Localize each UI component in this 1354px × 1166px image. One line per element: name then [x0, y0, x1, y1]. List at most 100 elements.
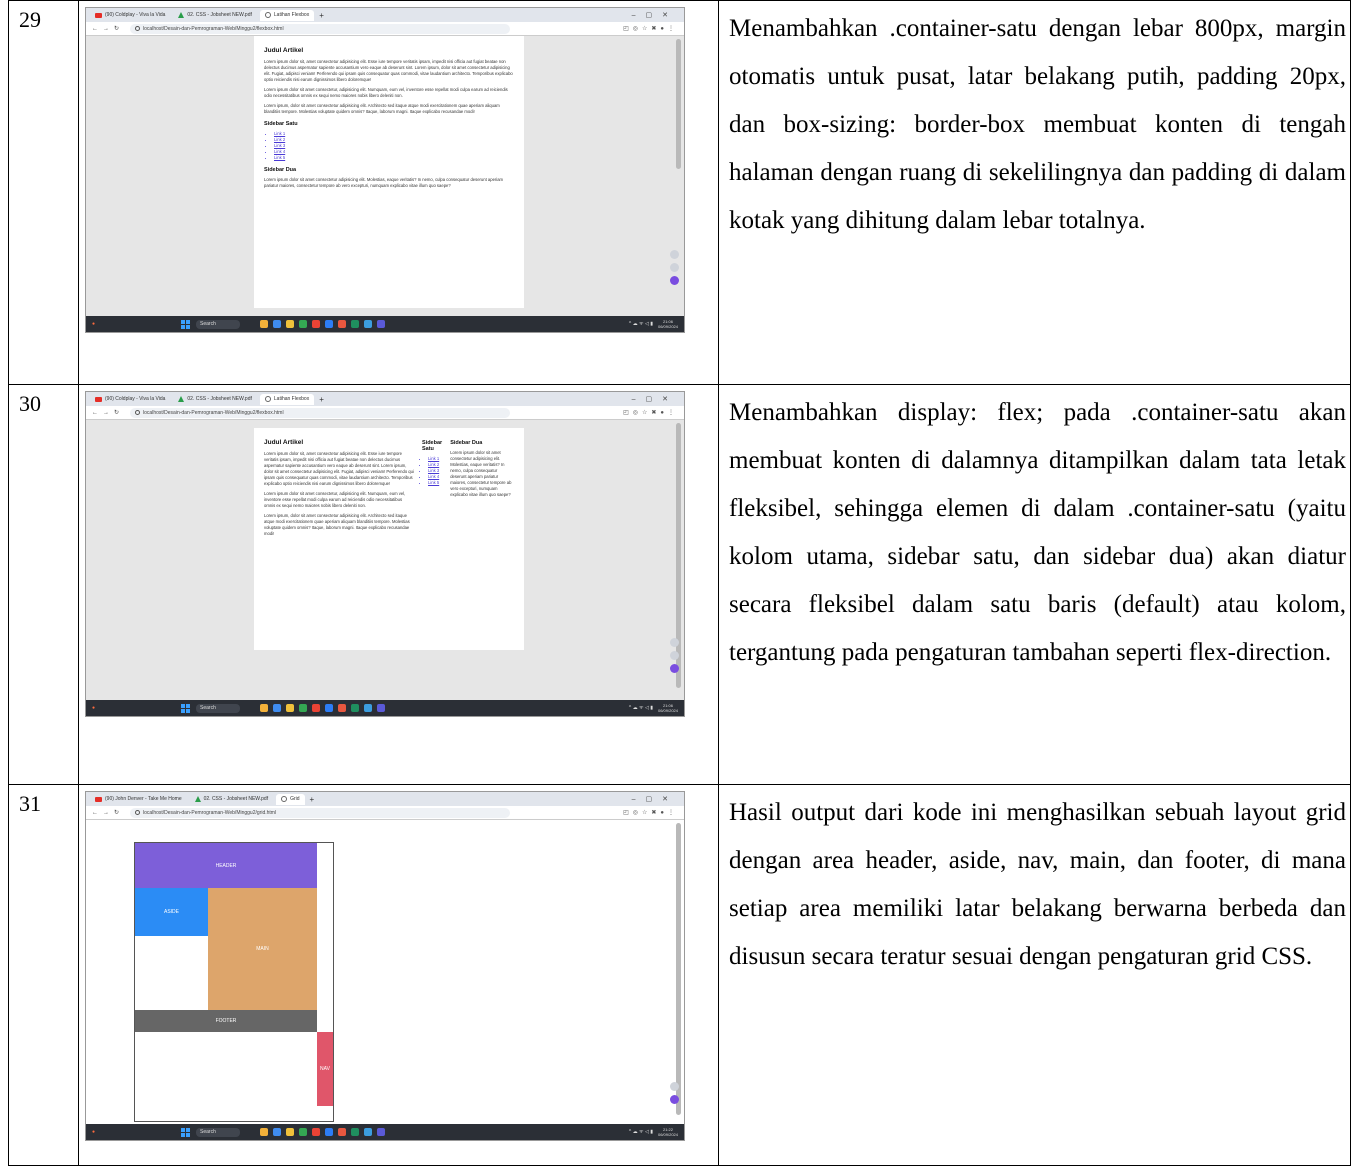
weather-icon[interactable]: ● — [92, 321, 95, 327]
article-paragraph: Lorem ipsum dolor sit amet consectetur, … — [264, 87, 508, 98]
app-icon[interactable] — [273, 704, 282, 712]
tray-icons[interactable]: ^ ☁ ᯤ ◁ ▮ — [629, 705, 653, 711]
url-field[interactable]: localhost/Desain-dan-Pemrograman-Web/Min… — [130, 23, 511, 34]
youtube-icon — [95, 12, 102, 18]
system-tray: ^ ☁ ᯤ ◁ ▮ 21:06 06/09/2024 — [629, 703, 678, 713]
app-icon[interactable] — [325, 1128, 334, 1136]
app-icon[interactable] — [377, 320, 386, 328]
app-icon[interactable] — [351, 1128, 360, 1136]
extensions-icon[interactable]: ◰◎☆✖●⋮ — [623, 809, 678, 816]
app-icon[interactable] — [312, 320, 321, 328]
app-icon[interactable] — [299, 1128, 308, 1136]
article-paragraph: Lorem ipsum, dolor sit amet consectetur … — [264, 513, 410, 536]
app-icon[interactable] — [377, 1128, 386, 1136]
page-viewport: Judul Artikel Lorem ipsum dolor sit, ame… — [86, 36, 684, 316]
extensions-icon[interactable]: ◰◎☆✖●⋮ — [623, 409, 678, 416]
tray-icons[interactable]: ^ ☁ ᯤ ◁ ▮ — [629, 321, 653, 327]
clock[interactable]: 21:22 06/09/2024 — [658, 1127, 678, 1137]
window-controls[interactable]: –▢✕ — [632, 395, 684, 403]
scrollbar[interactable] — [676, 39, 681, 169]
app-icon[interactable] — [351, 704, 360, 712]
assistant-icon[interactable] — [670, 1095, 679, 1104]
app-icon[interactable] — [260, 1128, 269, 1136]
zoom-icon[interactable] — [670, 250, 679, 259]
container-satu: Judul Artikel Lorem ipsum dolor sit, ame… — [254, 428, 524, 650]
clock[interactable]: 21:06 06/09/2024 — [658, 703, 678, 713]
browser-tab[interactable]: (90) John Denver - Take Me Home — [90, 794, 187, 805]
search-field[interactable]: Search — [196, 319, 241, 329]
app-icon[interactable] — [338, 704, 347, 712]
browser-window: (90) Coldplay - Viva la Vida 02. CSS - J… — [85, 7, 685, 333]
app-icon[interactable] — [260, 320, 269, 328]
app-icon[interactable] — [351, 320, 360, 328]
start-icon[interactable] — [181, 1127, 191, 1137]
start-icon[interactable] — [181, 319, 191, 329]
new-tab-icon[interactable]: + — [310, 795, 315, 804]
table-row: 31 (90) John Denver - Take Me Home 02. C… — [8, 784, 1351, 1166]
browser-tab-active[interactable]: Grid — [276, 793, 305, 805]
app-icon[interactable] — [273, 320, 282, 328]
browser-tab-active[interactable]: Latihan Flexbox — [259, 9, 315, 21]
taskbar-apps — [260, 320, 386, 328]
app-icon[interactable] — [364, 704, 373, 712]
zoom-icon[interactable] — [670, 638, 679, 647]
assistant-icon[interactable] — [670, 664, 679, 673]
app-icon[interactable] — [377, 704, 386, 712]
new-tab-icon[interactable]: + — [319, 11, 324, 20]
weather-icon[interactable]: ● — [92, 705, 95, 711]
url-field[interactable]: localhost/Desain-dan-Pemrograman-Web/Min… — [130, 407, 511, 418]
app-icon[interactable] — [325, 320, 334, 328]
clock[interactable]: 21:06 06/09/2024 — [658, 319, 678, 329]
link[interactable]: Link 5 — [274, 155, 514, 161]
window-controls[interactable]: –▢✕ — [632, 11, 684, 19]
nav-arrows-icon[interactable]: ←→↻ — [92, 25, 124, 32]
app-icon[interactable] — [299, 704, 308, 712]
browser-tab[interactable]: 02. CSS - Jobsheet NEW.pdf — [173, 10, 256, 21]
new-tab-icon[interactable]: + — [319, 395, 324, 404]
window-controls[interactable]: –▢✕ — [632, 795, 684, 803]
app-icon[interactable] — [312, 704, 321, 712]
assistant-icon[interactable] — [670, 276, 679, 285]
screenshot-cell: (90) John Denver - Take Me Home 02. CSS … — [78, 784, 719, 1166]
browser-tab[interactable]: (90) Coldplay - Viva la Vida — [90, 10, 170, 21]
app-icon[interactable] — [364, 320, 373, 328]
app-icon[interactable] — [299, 320, 308, 328]
browser-tab-active[interactable]: Latihan Flexbox — [259, 393, 315, 405]
search-field[interactable]: Search — [196, 1127, 241, 1137]
start-icon[interactable] — [181, 703, 191, 713]
app-icon[interactable] — [325, 704, 334, 712]
youtube-icon — [95, 396, 102, 402]
taskbar-apps — [260, 704, 386, 712]
grid-footer: FOOTER — [135, 1010, 317, 1032]
link[interactable]: Link 5 — [428, 480, 442, 486]
nav-arrows-icon[interactable]: ←→↻ — [92, 409, 124, 416]
url-field[interactable]: localhost/Desain-dan-Pemrograman-Web/Min… — [130, 807, 511, 818]
browser-tab[interactable]: 02. CSS - Jobsheet NEW.pdf — [190, 794, 273, 805]
extensions-icon[interactable]: ◰◎☆✖●⋮ — [623, 25, 678, 32]
system-tray: ^ ☁ ᯤ ◁ ▮ 21:22 06/09/2024 — [629, 1127, 678, 1137]
app-icon[interactable] — [364, 1128, 373, 1136]
toggle-icon[interactable] — [670, 651, 679, 660]
tray-icons[interactable]: ^ ☁ ᯤ ◁ ▮ — [629, 1129, 653, 1135]
browser-tab[interactable]: (90) Coldplay - Viva la Vida — [90, 394, 170, 405]
app-icon[interactable] — [286, 320, 295, 328]
app-icon[interactable] — [338, 1128, 347, 1136]
app-icon[interactable] — [273, 1128, 282, 1136]
scrollbar[interactable] — [676, 823, 681, 1115]
app-icon[interactable] — [338, 320, 347, 328]
youtube-icon — [95, 796, 102, 802]
browser-tab[interactable]: 02. CSS - Jobsheet NEW.pdf — [173, 394, 256, 405]
toggle-icon[interactable] — [670, 263, 679, 272]
search-field[interactable]: Search — [196, 703, 241, 713]
app-icon[interactable] — [286, 1128, 295, 1136]
app-icon[interactable] — [286, 704, 295, 712]
app-icon[interactable] — [260, 704, 269, 712]
zoom-icon[interactable] — [670, 1082, 679, 1091]
sidebar-title: Sidebar Dua — [450, 440, 483, 446]
drive-icon — [178, 12, 185, 18]
browser-window: (90) John Denver - Take Me Home 02. CSS … — [85, 791, 685, 1141]
nav-arrows-icon[interactable]: ←→↻ — [92, 809, 124, 816]
app-icon[interactable] — [312, 1128, 321, 1136]
weather-icon[interactable]: ● — [92, 1129, 95, 1135]
taskbar-apps — [260, 1128, 386, 1136]
